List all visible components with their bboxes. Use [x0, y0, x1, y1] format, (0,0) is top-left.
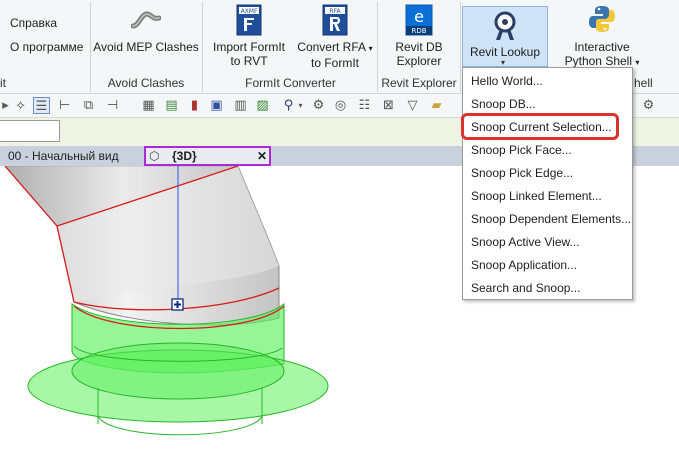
panel-title-avoid-clashes: Avoid Clashes: [107, 76, 185, 90]
rdb-icon: e RDB: [405, 4, 433, 36]
dropdown-arrow-icon[interactable]: ▾: [292, 97, 309, 114]
menu-item-hello-world[interactable]: Hello World...: [471, 72, 543, 90]
menu-item-snoop-pick-edge[interactable]: Snoop Pick Edge...: [471, 164, 573, 182]
svg-text:e: e: [414, 7, 424, 26]
about-menu-item[interactable]: О программе: [10, 40, 83, 54]
svg-text:AXMF: AXMF: [241, 8, 258, 15]
revit-lookup-button[interactable]: Revit Lookup ▾: [462, 6, 548, 67]
table-icon[interactable]: ▤: [163, 97, 180, 114]
filter-icon[interactable]: ▽: [404, 97, 421, 114]
dropdown-arrow-icon: ▾: [368, 44, 373, 53]
svg-text:RDB: RDB: [411, 27, 426, 35]
import-formit-button[interactable]: AXMF Import FormIt to RVT: [205, 4, 293, 70]
dropdown-arrow-icon: ▾: [635, 58, 640, 67]
box-icon[interactable]: ⊠: [380, 97, 397, 114]
group-icon[interactable]: ⊣: [104, 97, 121, 114]
revit-db-explorer-button[interactable]: e RDB Revit DB Explorer: [380, 4, 458, 70]
tab-3d-view[interactable]: ⬡ {3D} ✕: [144, 146, 271, 166]
folder-icon[interactable]: ▰: [428, 97, 445, 114]
menu-item-snoop-pick-face[interactable]: Snoop Pick Face...: [471, 141, 572, 159]
grid-icon[interactable]: ▦: [140, 97, 157, 114]
python-shell-button[interactable]: Interactive Python Shell ▾: [556, 4, 648, 70]
panel-title-revit-explorer: Revit Explorer: [381, 76, 457, 90]
cube-icon: ⬡: [149, 149, 160, 163]
menu-item-search-and-snoop[interactable]: Search and Snoop...: [471, 279, 580, 297]
help-menu-item[interactable]: Справка: [10, 16, 57, 30]
pin-icon[interactable]: ⟡: [12, 97, 29, 114]
highlight-annotation: [461, 113, 619, 140]
chart-icon[interactable]: ▨: [254, 97, 271, 114]
options-input[interactable]: [0, 120, 60, 142]
rfa-file-icon: RFA: [322, 4, 348, 36]
menu-item-snoop-dependent-elements[interactable]: Snoop Dependent Elements...: [471, 210, 631, 228]
svg-text:RFA: RFA: [329, 8, 341, 15]
tree-icon[interactable]: ⊢: [56, 97, 73, 114]
align-icon[interactable]: ☰: [33, 97, 50, 114]
menu-item-snoop-application[interactable]: Snoop Application...: [471, 256, 577, 274]
list-icon[interactable]: ☷: [356, 97, 373, 114]
close-icon[interactable]: ✕: [257, 148, 267, 164]
menu-item-snoop-active-view[interactable]: Snoop Active View...: [471, 233, 580, 251]
python-icon: [589, 6, 615, 32]
panel-title-python-fragment: hell: [634, 76, 653, 90]
copy-icon[interactable]: ⧉: [80, 97, 97, 114]
menu-item-snoop-db[interactable]: Snoop DB...: [471, 95, 536, 113]
book-icon[interactable]: ▣: [208, 97, 225, 114]
axmf-file-icon: AXMF: [236, 4, 262, 36]
menu-item-snoop-linked-element[interactable]: Snoop Linked Element...: [471, 187, 602, 205]
grid-icon[interactable]: ▥: [232, 97, 249, 114]
target-icon[interactable]: ◎: [332, 97, 349, 114]
convert-rfa-button[interactable]: RFA Convert RFA ▾ to FormIt: [294, 4, 376, 70]
more-icon[interactable]: ⚙: [640, 97, 657, 114]
magnifier-icon: [494, 11, 516, 40]
tab-start-view[interactable]: 00 - Начальный вид: [0, 146, 144, 166]
panel-title-formit-converter: FormIt Converter: [245, 76, 336, 90]
avoid-clashes-icon: [131, 11, 161, 29]
revit-lookup-menu: Hello World... Snoop DB... Snoop Current…: [462, 67, 633, 300]
bookmark-icon[interactable]: ▮: [186, 97, 203, 114]
panel-title-fragment: it: [0, 76, 6, 90]
dropdown-arrow-icon: ▾: [501, 58, 506, 67]
settings-icon[interactable]: ⚙: [310, 97, 327, 114]
avoid-mep-clashes-button[interactable]: Avoid MEP Clashes: [93, 4, 199, 70]
